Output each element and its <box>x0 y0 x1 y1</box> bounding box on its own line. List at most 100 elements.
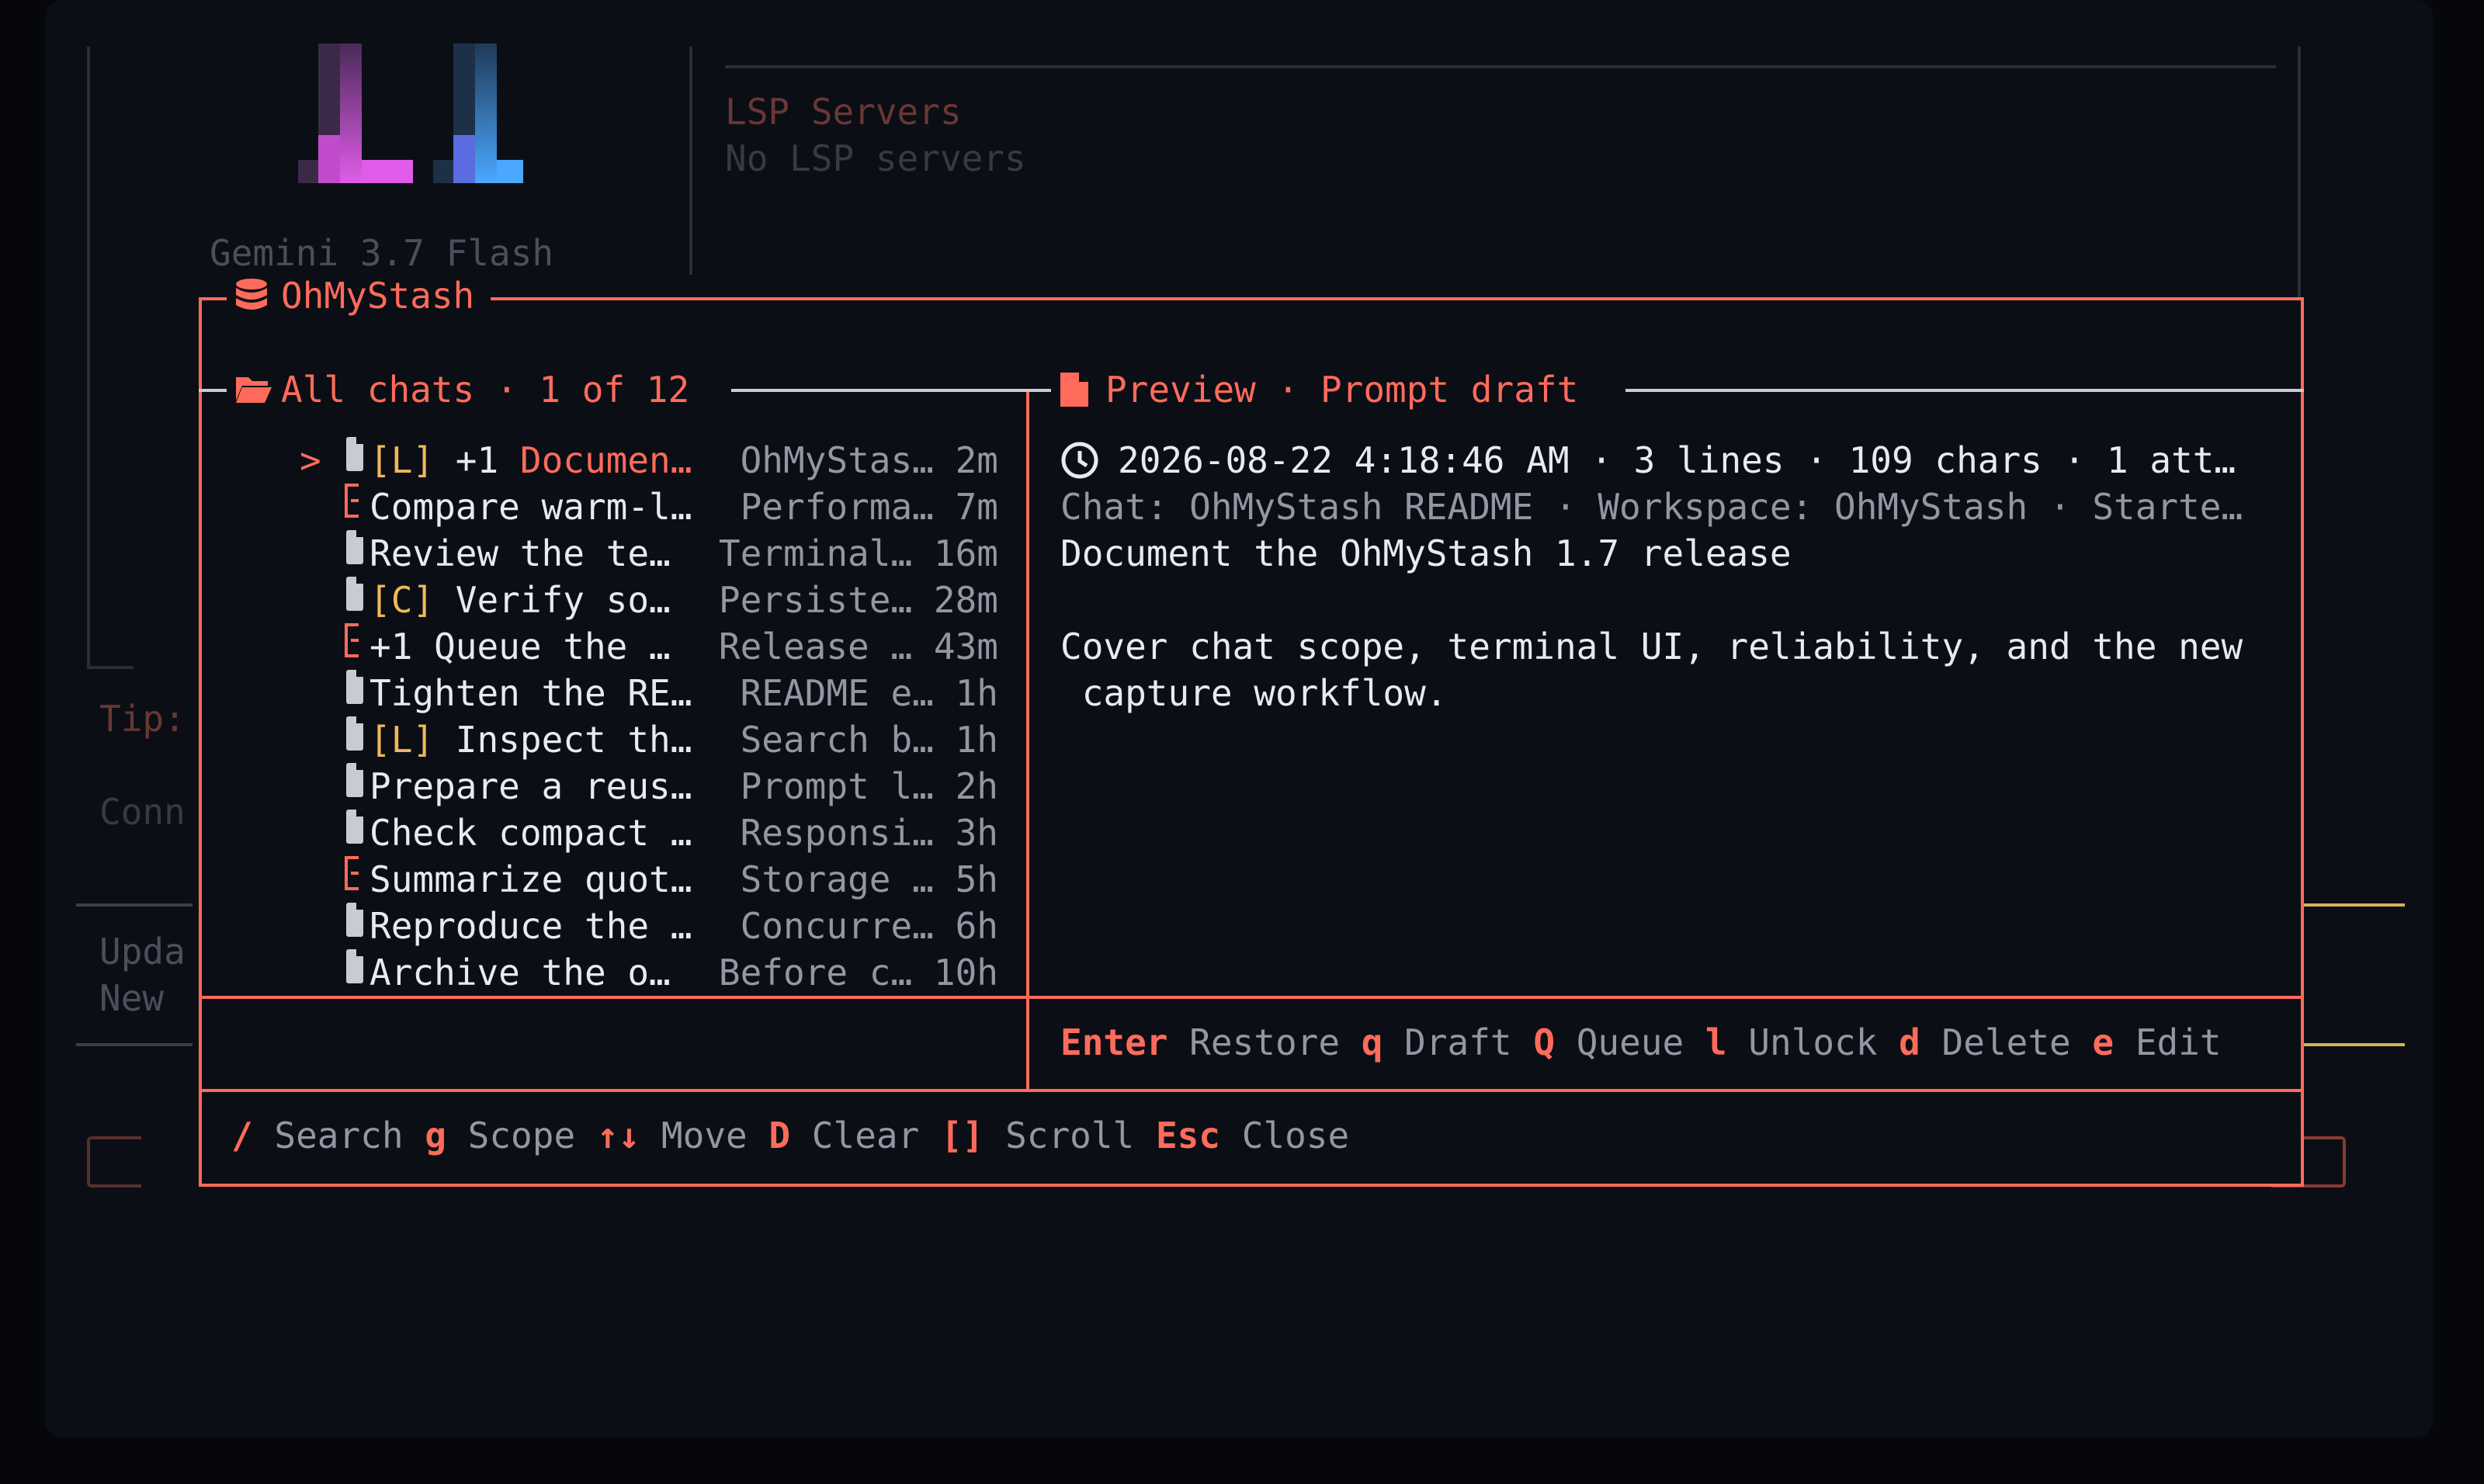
chat-time: 5h <box>955 858 998 900</box>
modal-title: OhMyStash <box>281 275 475 317</box>
chat-time: 3h <box>955 812 998 854</box>
shortcut-label: Clear <box>790 1115 941 1156</box>
preview-context: Chat: OhMyStash README · Workspace: OhMy… <box>1060 486 2243 528</box>
preview-pane[interactable]: 2026-08-22 4:18:46 AM · 3 lines · 109 ch… <box>1060 437 2295 980</box>
chat-time: 6h <box>955 905 998 947</box>
shortcut-hint[interactable]: ↑↓ Move <box>597 1115 769 1156</box>
chat-title: Prepare a reus… <box>369 765 692 807</box>
chat-title: Queue the … <box>434 626 671 667</box>
shortcut-hint[interactable]: Q Queue <box>1533 1021 1705 1063</box>
chat-source: Persiste… <box>718 579 913 621</box>
chat-tag: [C] <box>369 579 435 621</box>
list-header: All chats · 1 of 12 <box>227 366 731 413</box>
selection-marker: > <box>300 439 321 481</box>
bg-model-name: Gemini 3.7 Flash <box>210 232 554 274</box>
shortcut-label: Scroll <box>984 1115 1156 1156</box>
chat-time: 2h <box>955 765 998 807</box>
shortcut-key: g <box>425 1115 446 1156</box>
chat-row[interactable]: Review the te… Terminal… 16m <box>199 530 998 577</box>
bg-lsp-status: No LSP servers <box>725 137 1026 179</box>
chat-title: Summarize quot… <box>369 858 692 900</box>
file-icon <box>346 530 363 564</box>
actions-separator <box>199 996 2304 999</box>
chat-title: Tighten the RE… <box>369 672 692 714</box>
chat-row[interactable]: +1 Queue the … Release … 43m <box>199 623 998 670</box>
chat-title: Verify so… <box>455 579 671 621</box>
chat-source: Release … <box>718 626 913 667</box>
bg-panel-left-border <box>87 47 90 669</box>
shortcut-hint[interactable]: Esc Close <box>1156 1115 1349 1156</box>
shortcut-hint[interactable]: [] Scroll <box>941 1115 1156 1156</box>
preview-meta: 2026-08-22 4:18:46 AM · 3 lines · 109 ch… <box>1118 439 2236 481</box>
modal-title-bar: OhMyStash <box>227 272 491 319</box>
bg-divider <box>689 47 692 275</box>
preview-header-label: Preview · Prompt draft <box>1105 369 1579 411</box>
preview-line-2: Cover chat scope, terminal UI, reliabili… <box>1060 626 2243 667</box>
bg-new-label: New <box>99 977 165 1019</box>
queued-icon <box>345 856 359 890</box>
bg-rule-left-1 <box>76 903 193 907</box>
footer-bar: / Search g Scope ↑↓ Move D Clear [] Scro… <box>231 1112 1349 1159</box>
actions-bar: Enter Restore q Draft Q Queue l Unlock d… <box>1060 1019 2222 1066</box>
chat-row[interactable]: Tighten the RE… README e… 1h <box>199 670 998 716</box>
shortcut-key: d <box>1899 1021 1920 1063</box>
chat-row[interactable]: Reproduce the … Concurre… 6h <box>199 903 998 949</box>
queued-icon <box>345 623 359 657</box>
shortcut-label: Draft <box>1383 1021 1534 1063</box>
shortcut-key: ↑↓ <box>596 1115 640 1156</box>
preview-header: Preview · Prompt draft <box>1051 366 1625 413</box>
chat-list[interactable]: > [L] +1 Documen… OhMyStas… 2m Compare warm-l… <box>199 437 1026 996</box>
shortcut-key: e <box>2092 1021 2115 1063</box>
chat-row[interactable]: Prepare a reus… Prompt l… 2h <box>199 763 998 810</box>
shortcut-key: [] <box>940 1115 984 1156</box>
chat-source: Terminal… <box>718 532 913 574</box>
chat-row[interactable]: Summarize quot… Storage … 5h <box>199 856 998 903</box>
shortcut-label: Move <box>640 1115 769 1156</box>
file-icon <box>346 437 363 471</box>
database-icon <box>236 279 267 310</box>
shortcut-hint[interactable]: l Unlock <box>1705 1021 1899 1063</box>
file-icon <box>346 577 363 611</box>
chat-source: Responsi… <box>740 812 934 854</box>
file-icon <box>346 670 363 704</box>
file-icon <box>346 903 363 937</box>
chat-row[interactable]: Compare warm-l… Performa… 7m <box>199 484 998 530</box>
chat-source: Search b… <box>740 719 934 761</box>
chat-row[interactable]: [C] Verify so… Persiste… 28m <box>199 577 998 623</box>
chat-tag: [L] <box>369 439 435 481</box>
shortcut-label: Queue <box>1555 1021 1705 1063</box>
chat-time: 16m <box>933 532 998 574</box>
shortcut-label: Unlock <box>1726 1021 1899 1063</box>
chat-source: OhMyStas… <box>740 439 934 481</box>
shortcut-hint[interactable]: / Search <box>231 1115 425 1156</box>
chat-row[interactable]: [L] Inspect th… Search b… 1h <box>199 716 998 763</box>
chat-source: Concurre… <box>740 905 934 947</box>
preview-line-3: capture workflow. <box>1060 672 1448 714</box>
chat-count: +1 <box>369 626 435 667</box>
shortcut-hint[interactable]: e Edit <box>2092 1021 2221 1063</box>
chat-title: Documen… <box>519 439 692 481</box>
column-divider <box>1026 389 1029 1089</box>
chat-time: 10h <box>933 952 998 993</box>
chat-row[interactable]: Archive the o… Before c… 10h <box>199 949 998 996</box>
preview-line-1: Document the OhMyStash 1.7 release <box>1060 532 1792 574</box>
shortcut-key: / <box>231 1115 253 1156</box>
shortcut-label: Scope <box>446 1115 597 1156</box>
bg-tip: Tip: <box>99 698 186 740</box>
shortcut-hint[interactable]: D Clear <box>768 1115 941 1156</box>
shortcut-key: Esc <box>1155 1115 1221 1156</box>
chat-row[interactable]: > [L] +1 Documen… OhMyStas… 2m <box>199 437 998 484</box>
shortcut-hint[interactable]: g Scope <box>425 1115 597 1156</box>
logo-glyph-icon <box>298 43 523 183</box>
terminal-window: Gemini 3.7 Flash LSP Servers No LSP serv… <box>45 0 2433 1437</box>
shortcut-hint[interactable]: d Delete <box>1899 1021 2092 1063</box>
bg-panel-bottom-border <box>87 666 134 669</box>
shortcut-label: Edit <box>2114 1021 2222 1063</box>
shortcut-hint[interactable]: q Draft <box>1362 1021 1534 1063</box>
stash-modal: OhMyStash All chats · 1 of 12 > [L] +1 Doc… <box>199 272 2304 1187</box>
bg-lsp-rule <box>725 65 2276 68</box>
chat-time: 2m <box>955 439 998 481</box>
shortcut-hint[interactable]: Enter Restore <box>1060 1021 1362 1063</box>
chat-row[interactable]: Check compact … Responsi… 3h <box>199 810 998 856</box>
chat-tag: [L] <box>369 719 435 761</box>
